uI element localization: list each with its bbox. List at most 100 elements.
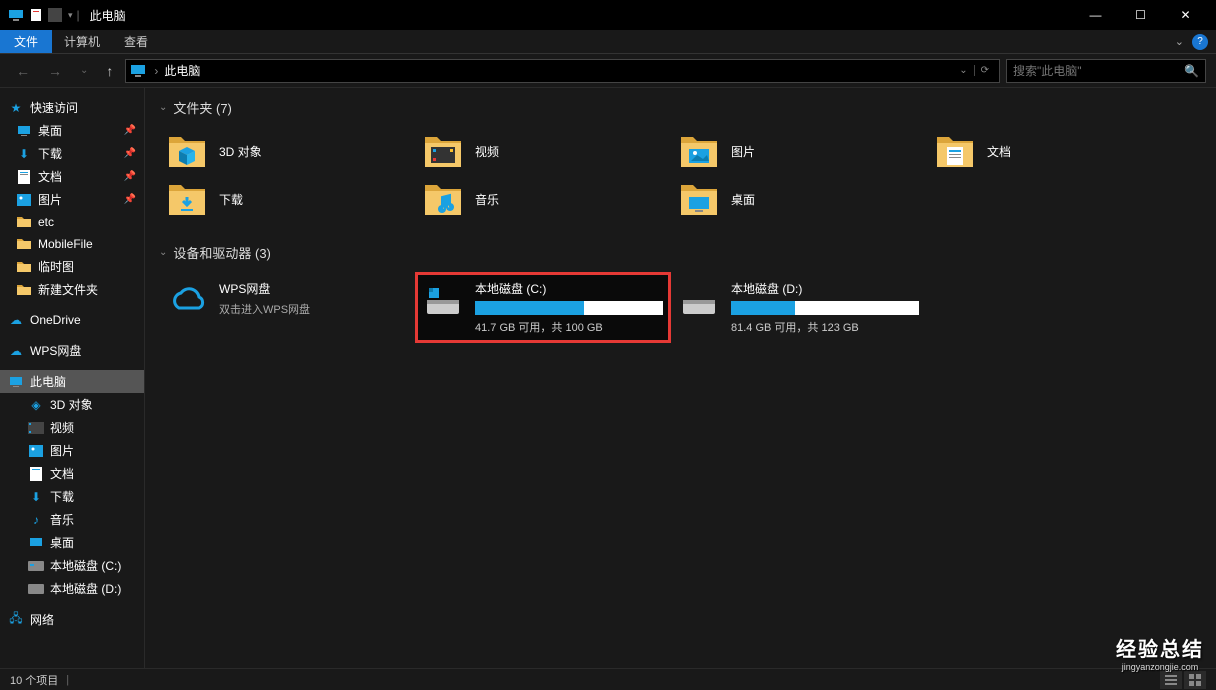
sidebar-item-3d[interactable]: ◈ 3D 对象 xyxy=(0,393,144,416)
sidebar-item-desktop-pc[interactable]: 桌面 xyxy=(0,531,144,554)
pc-icon[interactable] xyxy=(8,7,24,23)
sidebar-item-downloads-pc[interactable]: ⬇ 下载 xyxy=(0,485,144,508)
folder-icon xyxy=(16,236,32,252)
ribbon-expand-icon[interactable]: ⌄ xyxy=(1175,35,1184,48)
properties-icon[interactable] xyxy=(28,7,44,23)
folder-icon xyxy=(423,131,463,171)
folder-desktop[interactable]: 桌面 xyxy=(671,175,927,223)
sidebar-item-mobilefile[interactable]: MobileFile xyxy=(0,233,144,255)
sidebar-item-videos[interactable]: 视频 xyxy=(0,416,144,439)
doc-icon xyxy=(16,169,32,185)
download-icon: ⬇ xyxy=(28,489,44,505)
sidebar-label: 下载 xyxy=(38,145,62,162)
sidebar-label: 图片 xyxy=(38,191,62,208)
cube-icon: ◈ xyxy=(28,397,44,413)
sidebar-quick-access[interactable]: ★ 快速访问 xyxy=(0,96,144,119)
sidebar-label: 音乐 xyxy=(50,511,74,528)
folder-music[interactable]: 音乐 xyxy=(415,175,671,223)
tiles-view-button[interactable] xyxy=(1184,671,1206,689)
sidebar-label: MobileFile xyxy=(38,237,93,251)
sidebar-item-newfolder[interactable]: 新建文件夹 xyxy=(0,278,144,301)
file-tab[interactable]: 文件 xyxy=(0,30,52,53)
preview-icon[interactable] xyxy=(48,8,62,22)
sidebar-item-pictures-pc[interactable]: 图片 xyxy=(0,439,144,462)
content-pane[interactable]: ⌄ 文件夹 (7) 3D 对象 视频 图片 xyxy=(145,88,1216,668)
sidebar-item-music-pc[interactable]: ♪ 音乐 xyxy=(0,508,144,531)
folder-downloads[interactable]: 下载 xyxy=(159,175,415,223)
section-title: 文件夹 (7) xyxy=(173,98,232,117)
folders-grid: 3D 对象 视频 图片 文档 xyxy=(159,127,1202,223)
sidebar-label: 桌面 xyxy=(50,534,74,551)
download-icon: ⬇ xyxy=(16,146,32,162)
pin-icon: 📌 xyxy=(124,171,136,182)
drive-icon xyxy=(28,581,44,597)
sidebar-item-drive-d[interactable]: 本地磁盘 (D:) xyxy=(0,577,144,600)
item-count: 10 个项目 xyxy=(10,672,58,688)
up-button[interactable]: ↑ xyxy=(100,59,119,83)
view-tab[interactable]: 查看 xyxy=(112,30,160,53)
close-button[interactable]: ✕ xyxy=(1163,0,1208,30)
address-bar[interactable]: › 此电脑 ⌄ ⟳ xyxy=(125,59,1000,83)
sidebar-item-pictures[interactable]: 图片 📌 xyxy=(0,188,144,211)
minimize-button[interactable]: — xyxy=(1073,0,1118,30)
pin-icon: 📌 xyxy=(124,194,136,205)
sidebar-label: 3D 对象 xyxy=(50,396,93,413)
music-icon: ♪ xyxy=(28,512,44,528)
sidebar-item-downloads[interactable]: ⬇ 下载 📌 xyxy=(0,142,144,165)
search-box[interactable]: 🔍 xyxy=(1006,59,1206,83)
details-view-button[interactable] xyxy=(1160,671,1182,689)
folder-pictures[interactable]: 图片 xyxy=(671,127,927,175)
breadcrumb-location[interactable]: 此电脑 xyxy=(164,62,953,79)
drive-c[interactable]: 本地磁盘 (C:) 41.7 GB 可用，共 100 GB xyxy=(415,272,671,343)
sidebar-item-temp[interactable]: 临时图 xyxy=(0,255,144,278)
section-title: 设备和驱动器 (3) xyxy=(173,243,271,262)
pic-icon xyxy=(16,192,32,208)
folder-3d-objects[interactable]: 3D 对象 xyxy=(159,127,415,175)
cloud-icon: ☁ xyxy=(8,312,24,328)
pin-icon: 📌 xyxy=(124,125,136,136)
history-dropdown[interactable]: ⌄ xyxy=(74,61,94,80)
drive-wps[interactable]: WPS网盘 双击进入WPS网盘 xyxy=(159,272,415,343)
back-button[interactable]: ← xyxy=(10,59,36,83)
folder-documents[interactable]: 文档 xyxy=(927,127,1183,175)
drives-section-header[interactable]: ⌄ 设备和驱动器 (3) xyxy=(159,243,1202,262)
help-icon[interactable]: ? xyxy=(1192,34,1208,50)
sidebar-item-documents[interactable]: 文档 📌 xyxy=(0,165,144,188)
star-icon: ★ xyxy=(8,100,24,116)
refresh-button[interactable]: ⟳ xyxy=(974,65,995,76)
navigation-bar: ← → ⌄ ↑ › 此电脑 ⌄ ⟳ 🔍 xyxy=(0,54,1216,88)
sidebar-onedrive[interactable]: ☁ OneDrive xyxy=(0,309,144,331)
monitor-icon xyxy=(28,535,44,551)
sidebar-item-documents-pc[interactable]: 文档 xyxy=(0,462,144,485)
sidebar-item-etc[interactable]: etc xyxy=(0,211,144,233)
folder-icon xyxy=(423,179,463,219)
doc-icon xyxy=(28,466,44,482)
address-dropdown-icon[interactable]: ⌄ xyxy=(953,65,973,76)
sidebar-label: 文档 xyxy=(50,465,74,482)
folder-icon xyxy=(16,282,32,298)
computer-tab[interactable]: 计算机 xyxy=(52,30,112,53)
maximize-button[interactable]: ☐ xyxy=(1118,0,1163,30)
folder-videos[interactable]: 视频 xyxy=(415,127,671,175)
folders-section-header[interactable]: ⌄ 文件夹 (7) xyxy=(159,98,1202,117)
sidebar-this-pc[interactable]: 此电脑 xyxy=(0,370,144,393)
titlebar-separator: | xyxy=(77,8,80,22)
qat-dropdown-icon[interactable]: ▾ xyxy=(68,10,73,21)
navigation-pane[interactable]: ★ 快速访问 桌面 📌 ⬇ 下载 📌 文档 📌 图片 📌 etc xyxy=(0,88,145,668)
drive-name: 本地磁盘 (C:) xyxy=(475,280,663,297)
search-icon[interactable]: 🔍 xyxy=(1184,64,1199,78)
sidebar-label: 视频 xyxy=(50,419,74,436)
sidebar-item-drive-c[interactable]: 本地磁盘 (C:) xyxy=(0,554,144,577)
search-input[interactable] xyxy=(1013,64,1184,78)
forward-button[interactable]: → xyxy=(42,59,68,83)
sidebar-network[interactable]: 🖧 网络 xyxy=(0,608,144,631)
sidebar-label: 本地磁盘 (C:) xyxy=(50,557,121,574)
drives-grid: WPS网盘 双击进入WPS网盘 本地磁盘 (C:) 41.7 GB 可用，共 1… xyxy=(159,272,1202,343)
drive-d[interactable]: 本地磁盘 (D:) 81.4 GB 可用，共 123 GB xyxy=(671,272,927,343)
sidebar-item-desktop[interactable]: 桌面 📌 xyxy=(0,119,144,142)
sidebar-label: etc xyxy=(38,215,54,229)
ribbon-tabs: 文件 计算机 查看 ⌄ ? xyxy=(0,30,1216,54)
sidebar-wps[interactable]: ☁ WPS网盘 xyxy=(0,339,144,362)
sidebar-label: 新建文件夹 xyxy=(38,281,98,298)
folder-label: 图片 xyxy=(731,143,755,160)
